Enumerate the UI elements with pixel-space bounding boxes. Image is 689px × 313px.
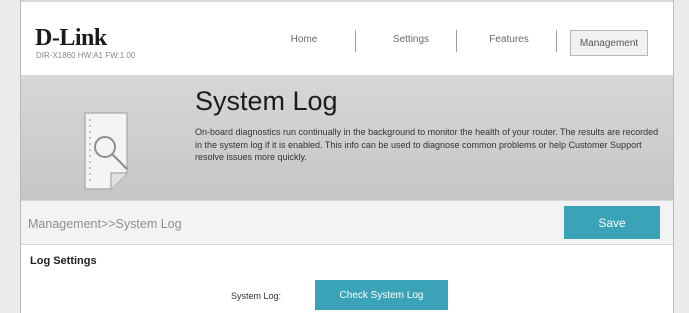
model-info: DIR-X1860 HW:A1 FW:1.00: [36, 51, 136, 60]
breadcrumb: Management>>System Log: [28, 217, 182, 231]
page-title: System Log: [195, 86, 338, 116]
nav-separator: [456, 30, 457, 52]
top-border: [21, 0, 673, 2]
page-description: On-board diagnostics run continually in …: [195, 127, 659, 162]
log-search-icon: [83, 111, 149, 196]
save-button[interactable]: Save: [564, 206, 660, 239]
nav-features[interactable]: Features: [479, 34, 539, 45]
dlink-logo: D-Link: [35, 25, 107, 51]
log-settings-heading: Log Settings: [30, 255, 97, 267]
check-system-log-button[interactable]: Check System Log: [315, 280, 448, 310]
system-log-label: System Log:: [231, 291, 282, 301]
nav-separator: [556, 30, 557, 52]
nav-management[interactable]: Management: [570, 30, 648, 56]
nav-separator: [355, 30, 356, 52]
router-admin-page: D-Link DIR-X1860 HW:A1 FW:1.00 Home Sett…: [20, 0, 674, 313]
nav-settings[interactable]: Settings: [381, 34, 441, 45]
nav-home[interactable]: Home: [279, 34, 329, 45]
